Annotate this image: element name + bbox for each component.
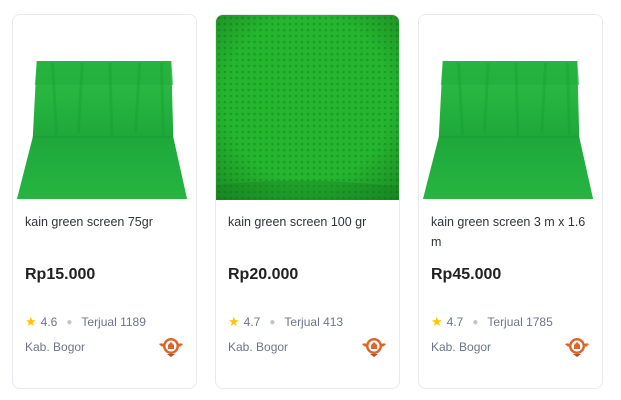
star-icon: ★ — [228, 314, 240, 329]
rating-value: 4.7 — [243, 315, 261, 329]
shop-location: Kab. Bogor — [431, 340, 492, 354]
sold-count: Terjual 413 — [284, 315, 344, 329]
product-card[interactable]: kain green screen 3 m x 1.6 m Rp45.000 ★… — [418, 14, 603, 389]
rating-value: 4.6 — [40, 315, 58, 329]
product-price: Rp20.000 — [228, 266, 299, 283]
sold-count: Terjual 1785 — [487, 315, 553, 329]
separator-dot: ● — [269, 316, 276, 328]
product-name[interactable]: kain green screen 75gr — [25, 212, 184, 252]
shop-badge-icon — [361, 336, 387, 358]
product-price: Rp15.000 — [25, 266, 96, 283]
product-meta: ★ 4.6 ● Terjual 1189 — [25, 314, 184, 330]
product-image[interactable] — [216, 15, 399, 200]
shop-location: Kab. Bogor — [228, 340, 289, 354]
star-icon: ★ — [431, 314, 443, 329]
product-card[interactable]: kain green screen 75gr Rp15.000 ★ 4.6 ● … — [12, 14, 197, 389]
product-price: Rp45.000 — [431, 266, 502, 283]
rating-value: 4.7 — [446, 315, 464, 329]
product-image[interactable] — [419, 15, 602, 200]
shop-badge-icon — [564, 336, 590, 358]
shop-badge-icon — [158, 336, 184, 358]
star-icon: ★ — [25, 314, 37, 329]
product-card[interactable]: kain green screen 100 gr Rp20.000 ★ 4.7 … — [215, 14, 400, 389]
separator-dot: ● — [66, 316, 73, 328]
product-name[interactable]: kain green screen 100 gr — [228, 212, 387, 252]
separator-dot: ● — [472, 316, 479, 328]
sold-count: Terjual 1189 — [81, 315, 146, 329]
product-grid: kain green screen 75gr Rp15.000 ★ 4.6 ● … — [0, 0, 621, 400]
product-image[interactable] — [13, 15, 196, 200]
product-name[interactable]: kain green screen 3 m x 1.6 m — [431, 212, 590, 252]
product-meta: ★ 4.7 ● Terjual 1785 — [431, 314, 590, 330]
product-meta: ★ 4.7 ● Terjual 413 — [228, 314, 387, 330]
shop-location: Kab. Bogor — [25, 340, 86, 354]
